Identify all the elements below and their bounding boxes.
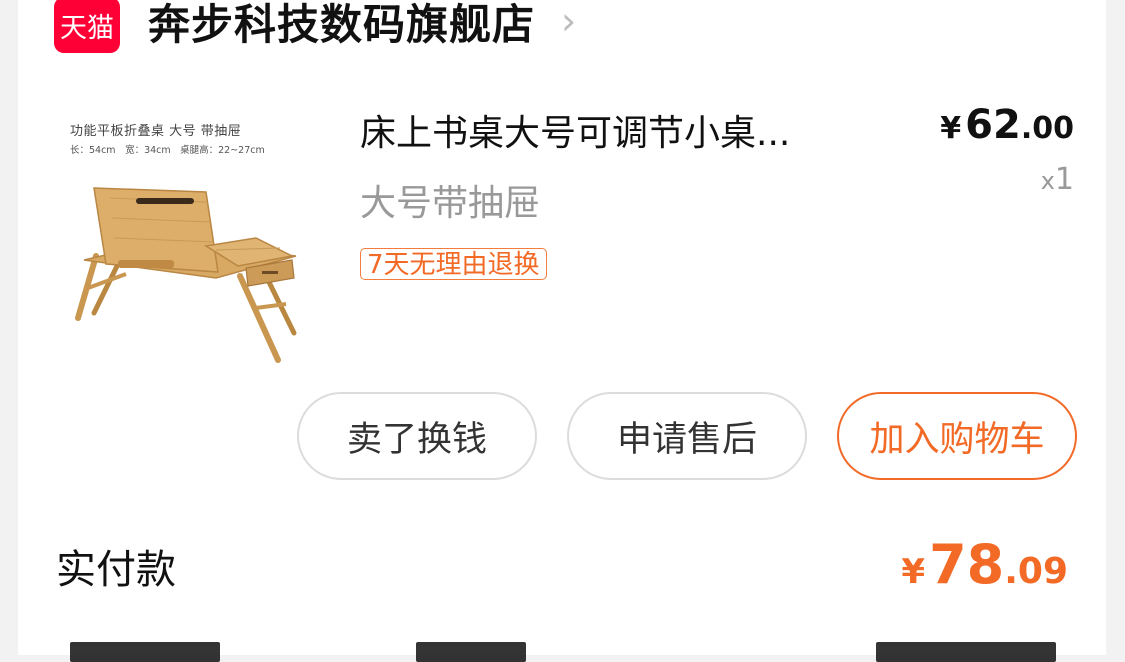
unit-price-currency: ¥ (940, 111, 962, 146)
product-image-caption-dimensions: 长：54cm 宽：34cm 桌腿高：22~27cm (70, 145, 265, 156)
cut-off-next-row (56, 642, 1066, 662)
add-to-cart-button[interactable]: 加入购物车 (837, 392, 1077, 480)
paid-amount: ¥78.09 (901, 533, 1068, 596)
paid-label: 实付款 (56, 547, 176, 593)
bamboo-desk-illustration (75, 187, 297, 363)
chevron-right-icon[interactable]: › (561, 2, 576, 40)
unit-price-decimal: .00 (1020, 111, 1074, 146)
quantity-value: 1 (1054, 162, 1074, 197)
unit-price-integer: 62 (965, 102, 1021, 148)
sell-button[interactable]: 卖了换钱 (297, 392, 537, 480)
tmall-logo-icon: 天猫 (54, 0, 120, 53)
paid-amount-currency: ¥ (901, 552, 926, 592)
tmall-badge-text: 天猫 (60, 12, 114, 44)
product-sku: 大号带抽屉 (360, 183, 541, 224)
shop-name[interactable]: 奔步科技数码旗舰店 (148, 0, 535, 52)
unit-price: ¥62.00 (940, 102, 1074, 148)
order-card: 天猫 奔步科技数码旗舰店 › 功能平板折叠桌 大号 带抽屉 长：54cm 宽：3… (18, 0, 1106, 662)
shop-header[interactable]: 天猫 奔步科技数码旗舰店 › (54, 0, 576, 54)
return-policy-badge: 7天无理由退换 (360, 248, 547, 280)
product-title[interactable]: 床上书桌大号可调节小桌... (360, 104, 880, 156)
product-image-caption-title: 功能平板折叠桌 大号 带抽屉 (70, 124, 242, 139)
paid-amount-decimal: .09 (1004, 551, 1068, 592)
paid-amount-integer: 78 (929, 533, 1005, 596)
quantity: x1 (1041, 162, 1074, 197)
quantity-prefix: x (1040, 167, 1055, 195)
product-image[interactable]: 功能平板折叠桌 大号 带抽屉 长：54cm 宽：34cm 桌腿高：22~27cm (66, 108, 306, 370)
after-sales-button[interactable]: 申请售后 (567, 392, 807, 480)
